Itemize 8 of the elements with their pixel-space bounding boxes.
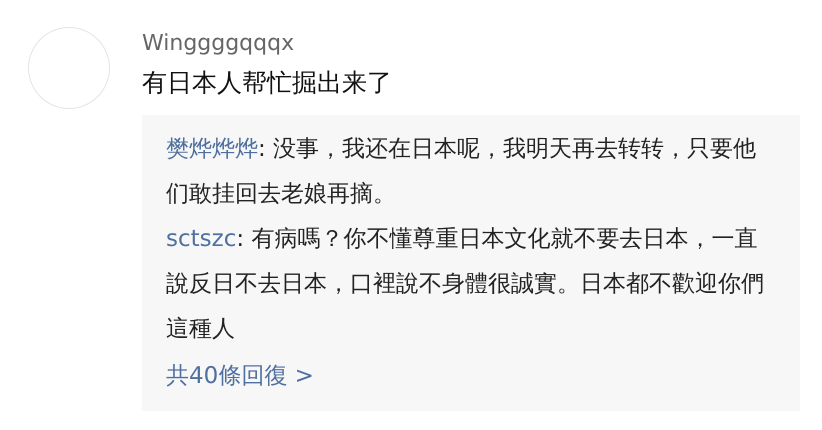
username[interactable]: Winggggqqqx <box>142 31 800 56</box>
reply-author-link[interactable]: sctszc <box>166 226 236 252</box>
reply-author-link[interactable]: 樊烨烨烨 <box>166 136 258 162</box>
more-replies-link[interactable]: 共40條回復 > <box>166 354 776 399</box>
reply-text: sctszc: 有病嗎？你不懂尊重日本文化就不要去日本，一直說反日不去日本，口裡說不身體很誠實。日本都不歡迎你們這種人 <box>166 225 765 344</box>
reply-text: 樊烨烨烨: 没事，我还在日本呢，我明天再去转转，只要他们敢挂回去老娘再摘。 <box>166 135 758 209</box>
comment-text: 有日本人帮忙掘出来了 <box>142 67 393 99</box>
avatar-icon[interactable] <box>28 27 110 109</box>
